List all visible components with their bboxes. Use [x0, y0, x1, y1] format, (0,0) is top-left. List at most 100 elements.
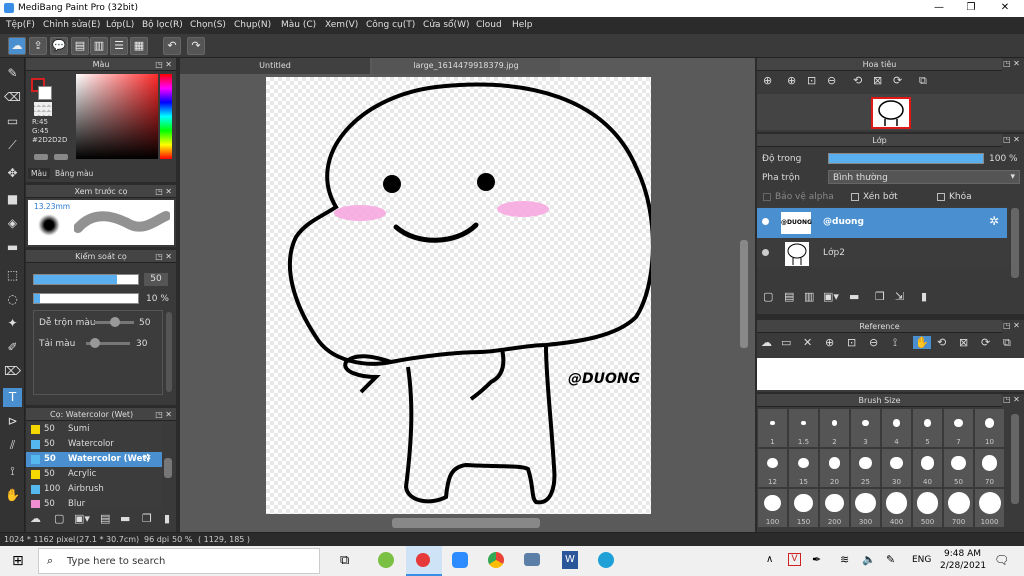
menu-window[interactable]: Cửa sổ(W) — [423, 20, 469, 30]
drawing-canvas[interactable]: @DUONG — [266, 77, 651, 514]
tab-image[interactable]: large_1614479918379.jpg — [372, 58, 560, 74]
taskbar-search-box[interactable]: ⌕ Type here to search — [38, 548, 320, 574]
medibang-taskbar-button[interactable] — [406, 546, 442, 576]
navigator-thumbnail[interactable] — [871, 97, 911, 129]
panel-close-icon[interactable]: ◳ ✕ — [155, 185, 172, 198]
layer-opacity-slider[interactable] — [828, 153, 984, 164]
folder-icon[interactable]: ▬ — [849, 290, 859, 303]
rectangle-tool-icon[interactable]: ▭ — [3, 112, 22, 131]
eyedropper-icon[interactable]: ⟟ — [3, 462, 22, 481]
brush-size-option[interactable]: 1000 — [975, 489, 1004, 527]
duplicate-layer-icon[interactable]: ❐ — [875, 290, 885, 303]
pen-tool-icon[interactable]: ⟋ — [3, 136, 22, 155]
gradient-tool-icon[interactable]: ▬ — [3, 238, 22, 257]
rotate-right-icon[interactable]: ⟳ — [981, 336, 990, 349]
duplicate-icon[interactable]: ❐ — [142, 512, 152, 525]
brush-size-value[interactable]: 50 — [144, 273, 168, 286]
menu-filter[interactable]: Bộ lọc(R) — [142, 20, 183, 30]
menu-view[interactable]: Xem(V) — [325, 20, 358, 30]
camera-icon[interactable] — [524, 553, 540, 566]
brush-size-option[interactable]: 25 — [851, 449, 880, 487]
gear-icon[interactable]: ✲ — [989, 214, 999, 228]
rotate-right-icon[interactable]: ⟳ — [893, 74, 902, 87]
menu-select[interactable]: Chọn(S) — [190, 20, 226, 30]
app-taskbar-icon[interactable] — [378, 552, 394, 568]
zoom-out-icon[interactable]: ⊖ — [827, 74, 836, 87]
tab-color[interactable]: Màu — [28, 168, 50, 179]
new-8bit-layer-icon[interactable]: ▥ — [804, 290, 814, 303]
select-eraser-icon[interactable]: ⌦ — [3, 362, 22, 381]
chevron-up-icon[interactable]: ∧ — [766, 554, 773, 565]
brush-size-option[interactable]: 40 — [913, 449, 942, 487]
brush-size-option[interactable]: 10 — [975, 409, 1004, 447]
cloud-add-icon[interactable]: ☁ — [30, 512, 41, 525]
fit-icon[interactable]: ⊡ — [807, 74, 816, 87]
tab-untitled[interactable]: Untitled — [180, 58, 370, 74]
wifi-icon[interactable]: ≋ — [840, 553, 849, 566]
brush-size-option[interactable]: 4 — [882, 409, 911, 447]
brush-size-option[interactable]: 1.5 — [789, 409, 818, 447]
panel-close-icon[interactable]: ◳ ✕ — [1003, 59, 1020, 68]
menu-edit[interactable]: Chỉnh sửa(E) — [43, 20, 100, 30]
brush-size-option[interactable]: 150 — [789, 489, 818, 527]
select-tool-icon[interactable]: ⬚ — [3, 266, 22, 285]
panel-close-icon[interactable]: ◳ ✕ — [1003, 395, 1020, 404]
zoom-out-icon[interactable]: ⊖ — [869, 336, 878, 349]
cloud-icon[interactable]: ☁ — [761, 336, 772, 349]
menu-cloud[interactable]: Cloud — [476, 20, 502, 30]
brush-size-slider[interactable] — [33, 274, 139, 285]
clipping-checkbox[interactable] — [851, 193, 859, 201]
zoom-app-icon[interactable] — [452, 552, 468, 568]
flip-icon[interactable]: ⧉ — [919, 74, 927, 88]
lasso-tool-icon[interactable]: ◌ — [3, 290, 22, 309]
actual-size-icon[interactable]: ⊠ — [873, 74, 882, 87]
panel-close-icon[interactable]: ◳ ✕ — [1003, 135, 1020, 144]
notification-icon[interactable]: 🗨 — [994, 553, 1009, 567]
layer-row-lop2[interactable]: Lớp2 — [757, 239, 1007, 269]
language-indicator[interactable]: ENG — [912, 555, 931, 565]
background-color-swatch[interactable] — [38, 86, 52, 100]
divide-tool-icon[interactable]: ⫽ — [3, 436, 22, 455]
brush-size-option[interactable]: 2 — [820, 409, 849, 447]
hand-icon[interactable]: ✋ — [913, 336, 931, 349]
folder-icon[interactable]: ▬ — [120, 512, 130, 525]
list-icon[interactable]: ☰ — [110, 37, 128, 55]
menu-layer[interactable]: Lớp(L) — [106, 20, 134, 30]
menu-color[interactable]: Màu (C) — [281, 20, 316, 30]
brush-size-option[interactable]: 5 — [913, 409, 942, 447]
brush-item-blur[interactable]: 50 Blur — [26, 497, 162, 508]
eyedropper-icon[interactable]: ⟟ — [893, 336, 897, 350]
brush-tool-icon[interactable]: ✎ — [3, 64, 22, 83]
brush-opacity-slider[interactable] — [33, 293, 139, 304]
flip-icon[interactable]: ⧉ — [1003, 336, 1011, 350]
trash-icon[interactable]: ▮ — [921, 290, 927, 303]
open-folder-icon[interactable]: ▭ — [781, 336, 791, 349]
brush-size-option[interactable]: 20 — [820, 449, 849, 487]
menu-tools[interactable]: Công cụ(T) — [366, 20, 415, 30]
add-layer-menu-icon[interactable]: ▣▾ — [823, 290, 839, 303]
maximize-icon[interactable]: ❐ — [956, 2, 986, 13]
brush-size-option[interactable]: 400 — [882, 489, 911, 527]
new-halftone-layer-icon[interactable]: ▤ — [784, 290, 794, 303]
menu-help[interactable]: Help — [512, 20, 533, 30]
gear-icon[interactable]: ✲ — [144, 453, 151, 463]
blend-slider-thumb[interactable] — [110, 317, 120, 327]
magic-wand-icon[interactable]: ✦ — [3, 314, 22, 333]
text-tool-icon[interactable]: T — [3, 388, 22, 407]
minimize-icon[interactable]: — — [924, 2, 954, 13]
rotate-left-icon[interactable]: ⟲ — [853, 74, 862, 87]
add-brush-icon[interactable]: ▣▾ — [74, 512, 90, 525]
transparent-swatch[interactable] — [34, 102, 52, 116]
brush-item-sumi[interactable]: 50 Sumi — [26, 422, 162, 437]
protect-alpha-checkbox[interactable] — [763, 193, 771, 201]
brush-size-option[interactable]: 300 — [851, 489, 880, 527]
reset-color-button[interactable] — [54, 154, 68, 160]
hue-slider[interactable] — [160, 74, 172, 159]
copy-brush-icon[interactable]: ▤ — [100, 512, 110, 525]
task-view-icon[interactable]: ⧉ — [340, 553, 349, 568]
select-pen-icon[interactable]: ✐ — [3, 338, 22, 357]
page-icon[interactable]: ▤ — [71, 37, 89, 55]
brush-size-option[interactable]: 200 — [820, 489, 849, 527]
menu-file[interactable]: Tệp(F) — [6, 20, 35, 30]
brush-size-option[interactable]: 7 — [944, 409, 973, 447]
